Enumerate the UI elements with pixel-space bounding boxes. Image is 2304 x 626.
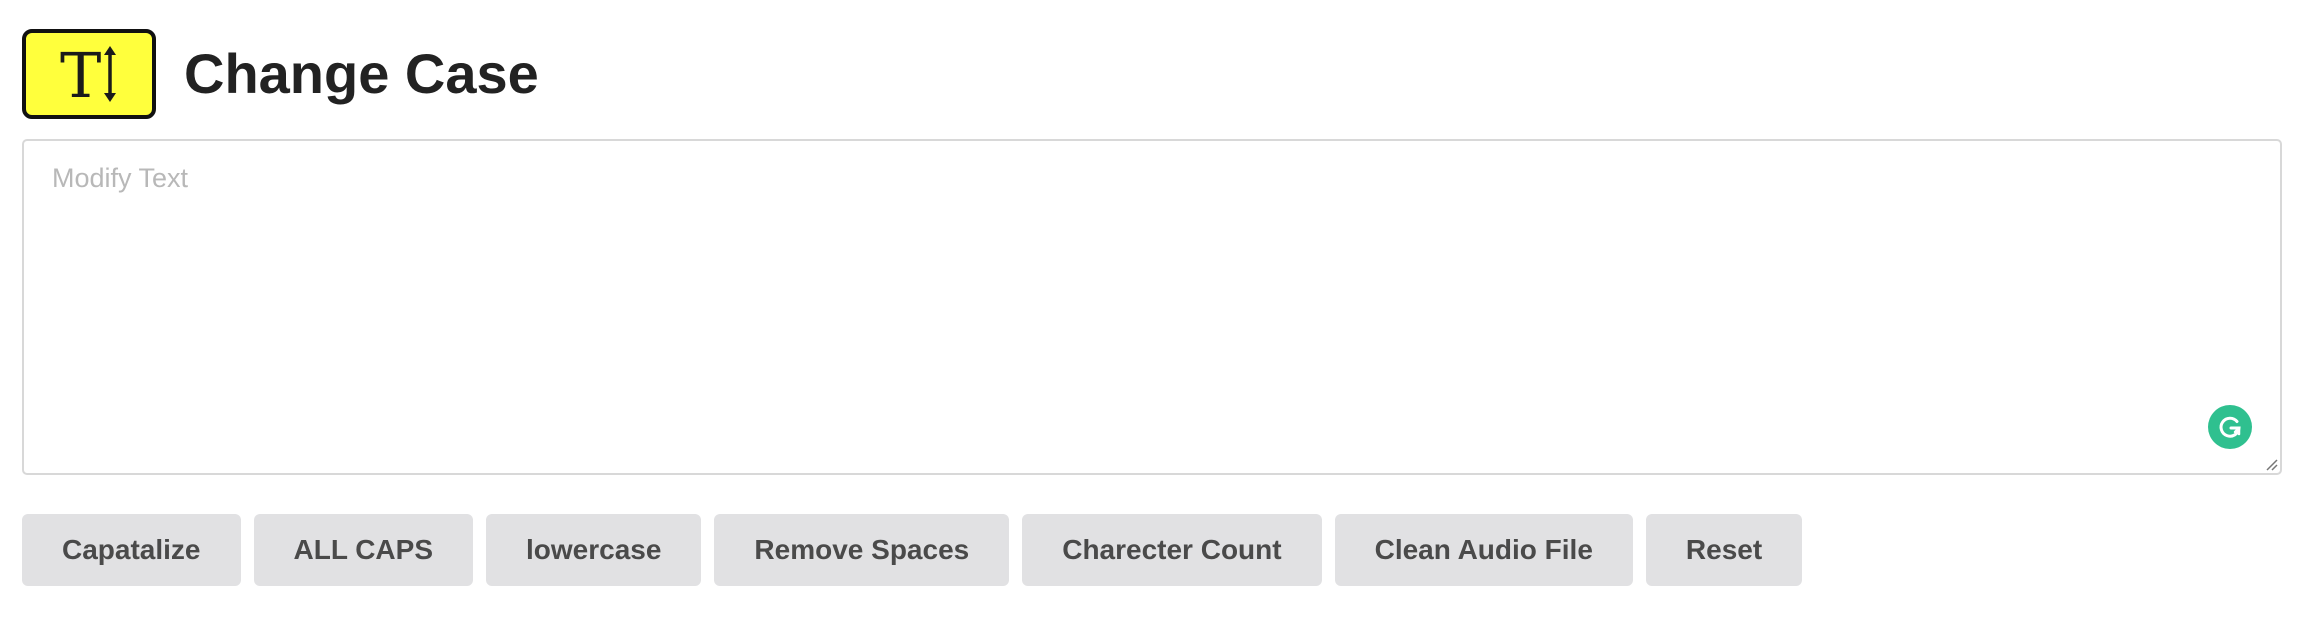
clean-audio-file-button[interactable]: Clean Audio File xyxy=(1334,514,1633,586)
all-caps-button[interactable]: ALL CAPS xyxy=(253,514,473,586)
logo-glyph: T xyxy=(60,41,101,107)
character-count-button[interactable]: Charecter Count xyxy=(1022,514,1322,586)
resize-handle-icon[interactable] xyxy=(2264,457,2278,471)
app-logo: T xyxy=(22,29,156,119)
capitalize-button[interactable]: Capatalize xyxy=(22,514,241,586)
grammarly-icon[interactable] xyxy=(2208,405,2252,449)
page-title: Change Case xyxy=(184,42,539,105)
text-size-icon: T xyxy=(54,41,124,107)
modify-text-input[interactable] xyxy=(24,141,2280,473)
header: T Change Case xyxy=(22,26,539,122)
reset-button[interactable]: Reset xyxy=(1645,514,1803,586)
remove-spaces-button[interactable]: Remove Spaces xyxy=(714,514,1010,586)
lowercase-button[interactable]: lowercase xyxy=(486,514,702,586)
action-toolbar: Capatalize ALL CAPS lowercase Remove Spa… xyxy=(22,514,1803,586)
text-editor-container xyxy=(22,139,2282,475)
